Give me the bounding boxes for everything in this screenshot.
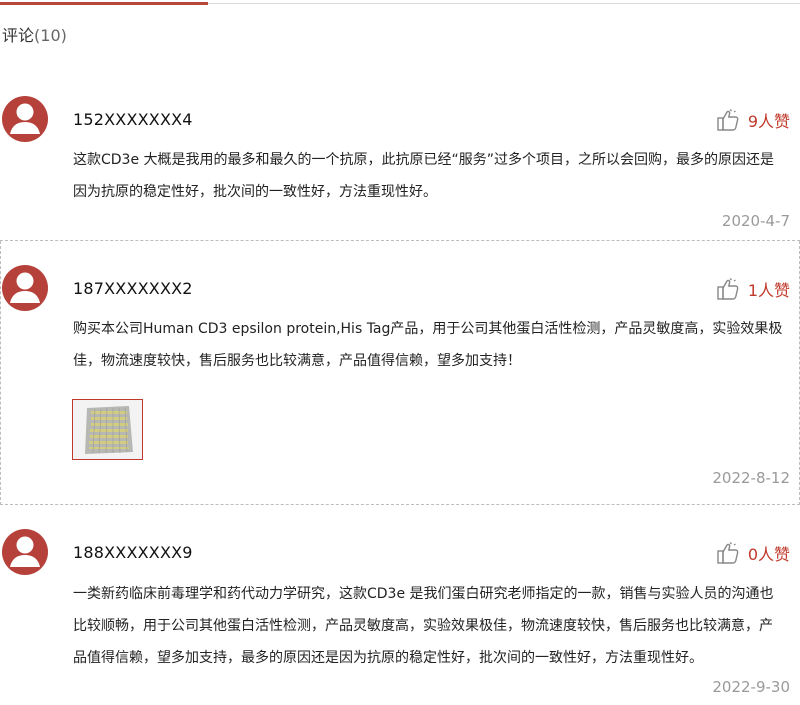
review-text: 一类新药临床前毒理学和药代动力学研究，这款CD3e 是我们蛋白研究老师指定的一款… bbox=[73, 586, 774, 666]
like-button[interactable]: 1人赞 bbox=[716, 277, 790, 301]
thumbs-up-icon bbox=[717, 542, 739, 564]
section-title: 评论(10) bbox=[2, 22, 67, 46]
avatar-icon bbox=[2, 529, 48, 575]
section-title-label: 评论 bbox=[2, 26, 35, 45]
review-date: 2020-4-7 bbox=[721, 212, 790, 230]
like-count: 0人赞 bbox=[747, 545, 790, 564]
review-text: 这款CD3e 大概是我用的最多和最久的一个抗原，此抗原已经“服务”过多个项目，之… bbox=[73, 152, 775, 200]
plate-photo-image bbox=[73, 400, 142, 459]
review-date: 2022-8-12 bbox=[712, 469, 790, 487]
left-border bbox=[0, 241, 1, 505]
active-tab-indicator bbox=[0, 2, 208, 5]
like-button[interactable]: 9人赞 bbox=[716, 108, 790, 132]
review-divider bbox=[0, 504, 800, 505]
review-date: 2022-9-30 bbox=[712, 678, 790, 696]
thumbs-up-icon bbox=[717, 278, 739, 300]
like-button[interactable]: 0人赞 bbox=[716, 541, 790, 565]
username: 188XXXXXXX9 bbox=[73, 543, 193, 562]
review-count: (10) bbox=[34, 26, 67, 45]
username: 152XXXXXXX4 bbox=[73, 110, 193, 129]
avatar-icon bbox=[2, 96, 48, 142]
like-count: 1人赞 bbox=[747, 281, 790, 300]
thumbs-up-icon bbox=[717, 109, 739, 131]
review-text: 购买本公司Human CD3 epsilon protein,His Tag产品… bbox=[73, 321, 783, 369]
review-image-thumbnail[interactable] bbox=[72, 399, 143, 460]
like-count: 9人赞 bbox=[747, 112, 790, 131]
avatar-icon bbox=[2, 265, 48, 311]
username: 187XXXXXXX2 bbox=[73, 279, 193, 298]
review-divider bbox=[0, 240, 800, 241]
